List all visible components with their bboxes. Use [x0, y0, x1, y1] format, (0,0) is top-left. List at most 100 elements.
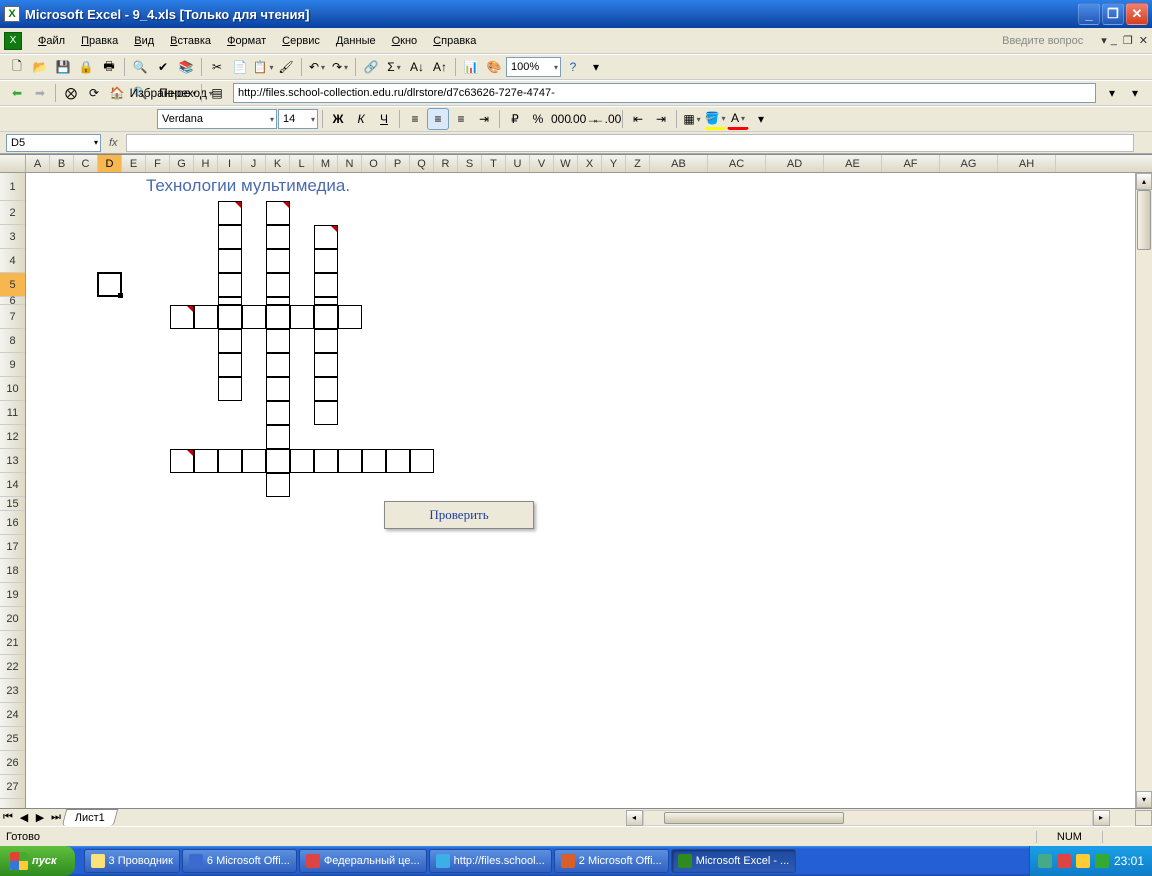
address-bar[interactable]: http://files.school-collection.edu.ru/dl… — [233, 83, 1096, 103]
permissions-button[interactable]: 🔒 — [75, 56, 97, 78]
sheet-tab-1[interactable]: Лист1 — [62, 809, 119, 826]
zoom-combo[interactable]: 100% — [506, 57, 561, 77]
undo-button[interactable]: ↶ — [306, 56, 328, 78]
minimize-button[interactable]: _ — [1078, 3, 1100, 25]
row-header-5[interactable]: 5 — [0, 273, 25, 297]
col-header-E[interactable]: E — [122, 155, 146, 172]
toolbar-options-button-2[interactable]: ▾ — [1124, 82, 1146, 104]
crossword-cell[interactable] — [266, 473, 290, 497]
col-header-D[interactable]: D — [98, 155, 122, 172]
crossword-cell[interactable] — [266, 449, 290, 473]
percent-button[interactable]: % — [527, 108, 549, 130]
crossword-cell[interactable] — [266, 273, 290, 297]
crossword-cell[interactable] — [314, 401, 338, 425]
autosum-button[interactable]: Σ — [383, 56, 405, 78]
crossword-cell[interactable] — [266, 225, 290, 249]
col-header-I[interactable]: I — [218, 155, 242, 172]
sort-asc-button[interactable]: A↓ — [406, 56, 428, 78]
select-all-corner[interactable] — [0, 155, 26, 172]
row-header-27[interactable]: 27 — [0, 775, 25, 799]
cells-area[interactable]: Технологии мультимедиа. Проверить — [26, 173, 1135, 808]
tray-icon-2[interactable] — [1057, 854, 1071, 868]
crossword-cell[interactable] — [266, 305, 290, 329]
col-header-AB[interactable]: AB — [650, 155, 708, 172]
crossword-cell[interactable] — [314, 377, 338, 401]
row-header-9[interactable]: 9 — [0, 353, 25, 377]
font-combo[interactable]: Verdana — [157, 109, 277, 129]
crossword-cell[interactable] — [266, 353, 290, 377]
col-header-M[interactable]: M — [314, 155, 338, 172]
menu-вид[interactable]: Вид — [126, 32, 162, 50]
crossword-cell[interactable] — [266, 297, 290, 305]
col-header-S[interactable]: S — [458, 155, 482, 172]
name-box[interactable]: D5 — [6, 134, 101, 152]
maximize-button[interactable]: ❐ — [1102, 3, 1124, 25]
row-header-13[interactable]: 13 — [0, 449, 25, 473]
decrease-indent-button[interactable]: ⇤ — [627, 108, 649, 130]
row-header-15[interactable]: 15 — [0, 497, 25, 511]
stop-button[interactable]: ⨂ — [60, 82, 82, 104]
toolbar-options-button[interactable]: ▾ — [585, 56, 607, 78]
spellcheck-button[interactable]: ✔ — [152, 56, 174, 78]
col-header-AD[interactable]: AD — [766, 155, 824, 172]
crossword-cell[interactable] — [314, 297, 338, 305]
crossword-cell[interactable] — [218, 305, 242, 329]
crossword-cell[interactable] — [266, 401, 290, 425]
merge-center-button[interactable]: ⇥ — [473, 108, 495, 130]
chart-wizard-button[interactable]: 📊 — [460, 56, 482, 78]
crossword-cell[interactable] — [218, 225, 242, 249]
tab-first-button[interactable]: ⏮ — [0, 811, 16, 824]
menu-формат[interactable]: Формат — [219, 32, 274, 50]
crossword-cell[interactable] — [218, 377, 242, 401]
open-button[interactable]: 📂 — [29, 56, 51, 78]
crossword-cell[interactable] — [314, 249, 338, 273]
crossword-cell[interactable] — [314, 353, 338, 377]
crossword-cell[interactable] — [386, 449, 410, 473]
crossword-cell[interactable] — [170, 449, 194, 473]
italic-button[interactable]: К — [350, 108, 372, 130]
menu-вставка[interactable]: Вставка — [162, 32, 219, 50]
home-button[interactable]: 🏠 — [106, 82, 128, 104]
crossword-cell[interactable] — [314, 329, 338, 353]
row-header-16[interactable]: 16 — [0, 511, 25, 535]
col-header-F[interactable]: F — [146, 155, 170, 172]
ask-a-question[interactable]: Введите вопрос — [984, 35, 1101, 47]
col-header-C[interactable]: C — [74, 155, 98, 172]
menu-файл[interactable]: Файл — [30, 32, 73, 50]
crossword-cell[interactable] — [314, 305, 338, 329]
taskbar-button[interactable]: Microsoft Excel - ... — [671, 849, 797, 873]
crossword-cell[interactable] — [218, 273, 242, 297]
close-button[interactable]: ✕ — [1126, 3, 1148, 25]
crossword-cell[interactable] — [218, 201, 242, 225]
scroll-right-button[interactable]: ▸ — [1093, 810, 1110, 826]
row-header-7[interactable]: 7 — [0, 305, 25, 329]
taskbar-button[interactable]: 3 Проводник — [84, 849, 180, 873]
crossword-cell[interactable] — [266, 377, 290, 401]
col-header-AG[interactable]: AG — [940, 155, 998, 172]
menu-правка[interactable]: Правка — [73, 32, 126, 50]
row-header-12[interactable]: 12 — [0, 425, 25, 449]
doc-close-button[interactable]: ✕ — [1139, 34, 1148, 47]
redo-button[interactable]: ↷ — [329, 56, 351, 78]
sort-desc-button[interactable]: A↑ — [429, 56, 451, 78]
col-header-V[interactable]: V — [530, 155, 554, 172]
row-header-8[interactable]: 8 — [0, 329, 25, 353]
vscroll-track[interactable] — [1136, 190, 1152, 791]
copy-button[interactable]: 📄 — [229, 56, 251, 78]
crossword-cell[interactable] — [194, 305, 218, 329]
crossword-cell[interactable] — [242, 305, 266, 329]
row-header-26[interactable]: 26 — [0, 751, 25, 775]
fill-color-button[interactable]: 🪣 — [704, 108, 726, 130]
crossword-cell[interactable] — [410, 449, 434, 473]
back-button[interactable]: ⬅ — [6, 82, 28, 104]
crossword-cell[interactable] — [266, 201, 290, 225]
hscroll-track[interactable] — [643, 810, 1093, 826]
taskbar-button[interactable]: Федеральный це... — [299, 849, 427, 873]
crossword-cell[interactable] — [290, 305, 314, 329]
refresh-button[interactable]: ⟳ — [83, 82, 105, 104]
col-header-Q[interactable]: Q — [410, 155, 434, 172]
col-header-G[interactable]: G — [170, 155, 194, 172]
crossword-cell[interactable] — [314, 273, 338, 297]
crossword-cell[interactable] — [314, 225, 338, 249]
toolbar-options-button-3[interactable]: ▾ — [750, 108, 772, 130]
